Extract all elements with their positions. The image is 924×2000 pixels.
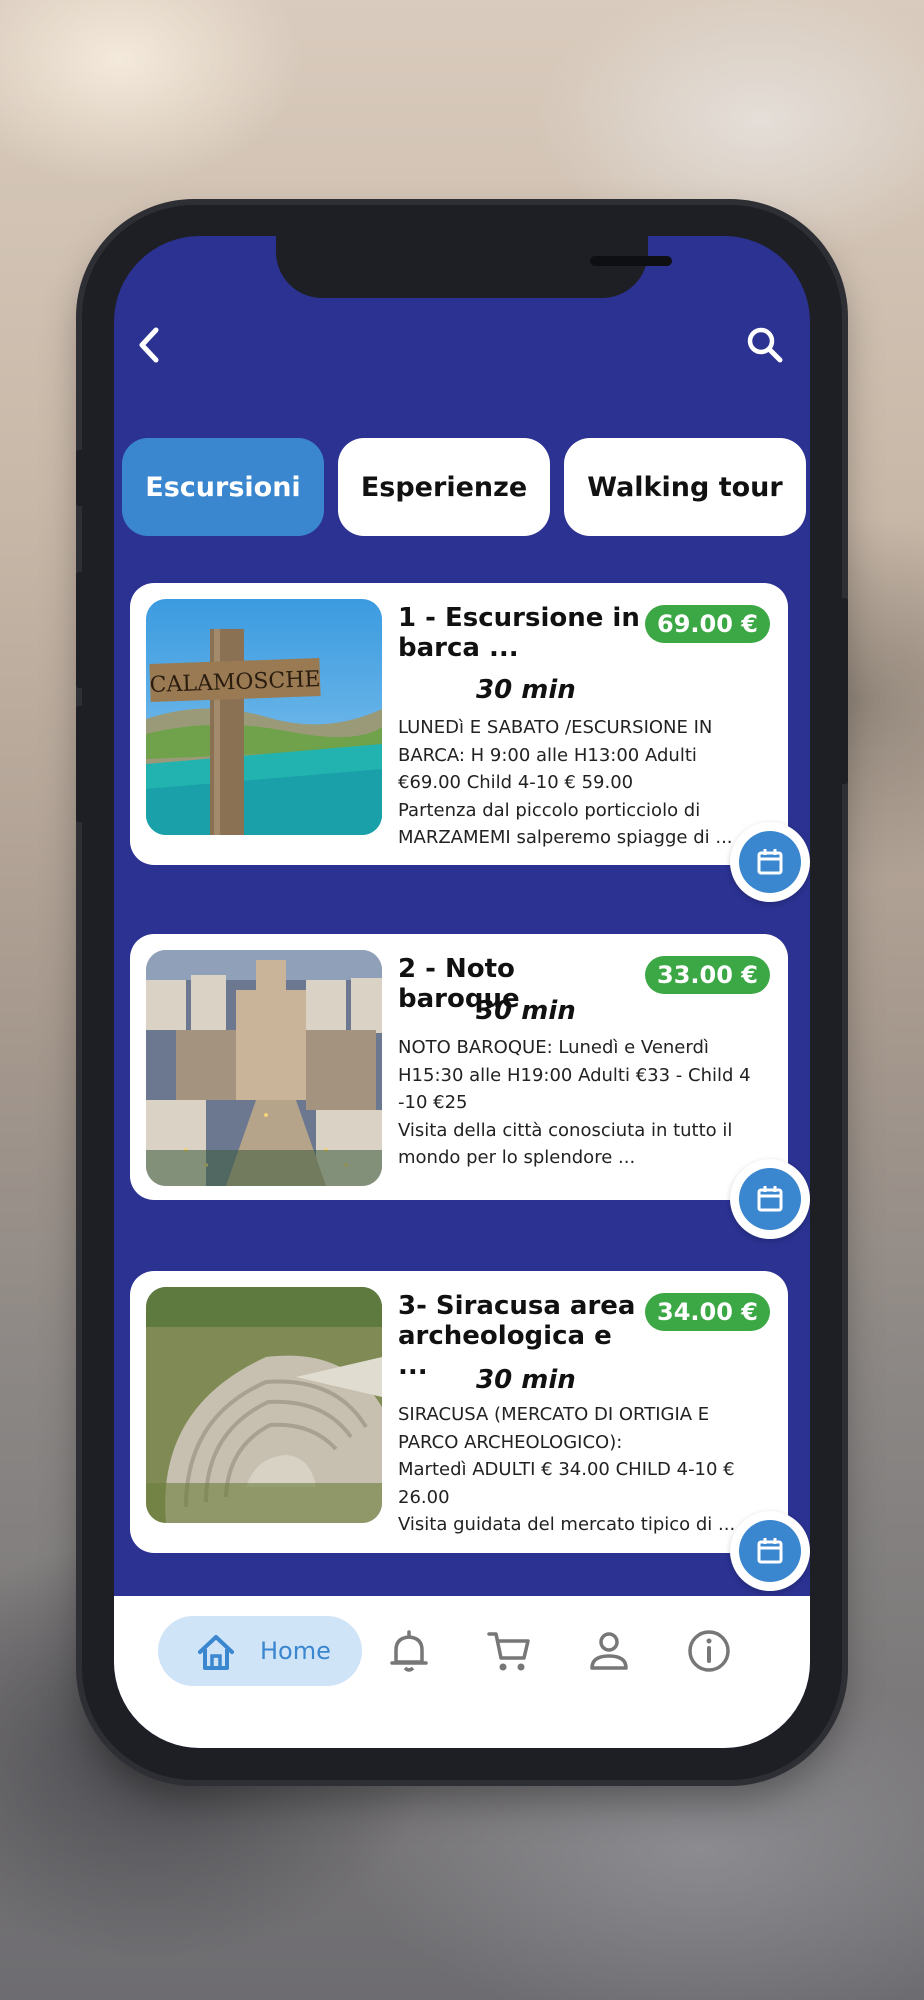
calendar-icon [757, 1538, 783, 1564]
phone-power-button [838, 598, 848, 784]
book-button[interactable] [730, 1159, 810, 1239]
phone-side-button [76, 450, 86, 506]
calendar-icon [757, 1186, 783, 1212]
excursion-image [146, 950, 382, 1186]
cart-icon [487, 1632, 530, 1671]
chevron-left-icon [139, 327, 159, 363]
book-button[interactable] [730, 1511, 810, 1591]
search-button[interactable] [740, 320, 790, 370]
app-screen: Escursioni Esperienze Walking tour CALAM… [114, 236, 810, 1748]
home-icon [198, 1635, 234, 1670]
bell-icon [390, 1630, 428, 1672]
nav-info[interactable] [684, 1626, 734, 1676]
excursion-card[interactable]: 3- Siracusa area archeologica e ... 34.0… [130, 1271, 788, 1553]
calendar-icon [757, 849, 783, 875]
card-description: LUNEDì E SABATO /ESCURSIONE IN BARCA: H … [398, 717, 733, 848]
phone-volume-down [76, 706, 86, 822]
search-icon [747, 327, 783, 363]
user-icon [590, 1632, 628, 1670]
duration-label: 30 min [476, 996, 576, 1026]
price-badge: 34.00 € [645, 1293, 770, 1331]
excursion-image: CALAMOSCHE [146, 599, 382, 835]
duration-label: 30 min [476, 1365, 576, 1395]
tab-walking-tour[interactable]: Walking tour [564, 438, 806, 536]
notch [276, 236, 672, 298]
nav-cart[interactable] [484, 1626, 534, 1676]
phone-volume-up [76, 572, 86, 688]
card-description: NOTO BAROQUE: Lunedì e Venerdì H15:30 al… [398, 1037, 751, 1168]
bottom-nav: Home [114, 1596, 810, 1748]
card-title: 1 - Escursione in barca ... [398, 603, 640, 663]
tab-esperienze[interactable]: Esperienze [338, 438, 550, 536]
excursion-card[interactable]: CALAMOSCHE 1 - Escursione in barca ... 6… [130, 583, 788, 865]
nav-home-label: Home [260, 1637, 331, 1665]
info-icon [688, 1630, 730, 1672]
price-badge: 69.00 € [645, 605, 770, 643]
back-button[interactable] [126, 320, 176, 370]
nav-notifications[interactable] [384, 1626, 434, 1676]
excursion-image [146, 1287, 382, 1523]
price-badge: 33.00 € [645, 956, 770, 994]
nav-home[interactable]: Home [158, 1616, 362, 1686]
book-button[interactable] [730, 822, 810, 902]
tab-escursioni[interactable]: Escursioni [122, 438, 324, 536]
speaker [590, 256, 672, 266]
excursion-card[interactable]: 2 - Noto baroque 33.00 € 30 min NOTO BAR… [130, 934, 788, 1200]
nav-profile[interactable] [584, 1626, 634, 1676]
duration-label: 30 min [476, 675, 576, 705]
category-tabs: Escursioni Esperienze Walking tour [122, 438, 806, 538]
card-description: SIRACUSA (MERCATO DI ORTIGIA E PARCO ARC… [398, 1404, 736, 1535]
